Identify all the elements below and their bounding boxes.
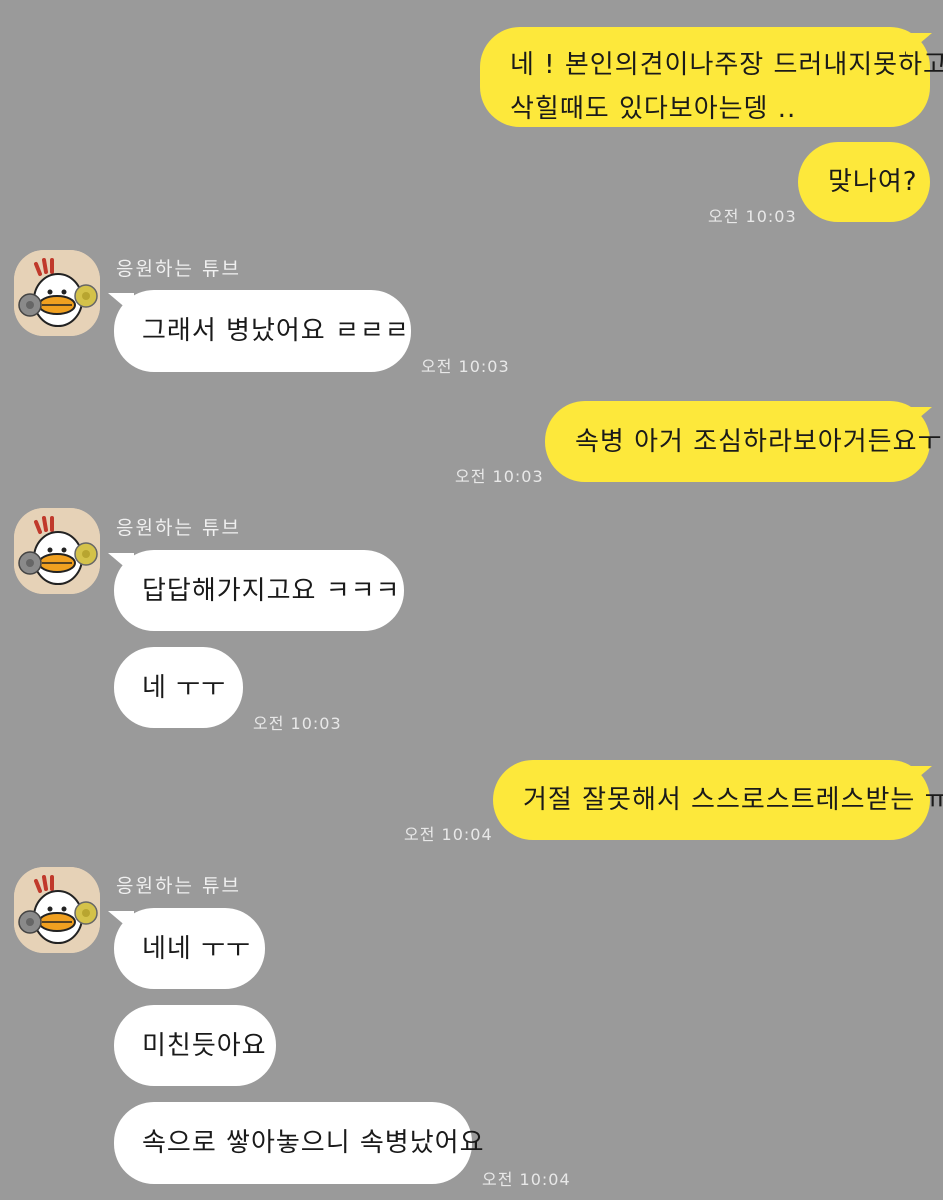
incoming-message-bubble[interactable]: 그래서 병났어요 ㄹㄹㄹ	[114, 290, 411, 372]
message-text: 거절 잘못해서 스스로스트레스받는 ㅠ	[523, 785, 943, 815]
incoming-message-bubble[interactable]: 미친듯아요	[114, 1005, 276, 1086]
sender-name: 응원하는 튜브	[116, 875, 241, 897]
sender-avatar[interactable]	[14, 250, 100, 336]
incoming-message-bubble[interactable]: 속으로 쌓아놓으니 속병났어요	[114, 1102, 484, 1184]
chat-area[interactable]: 네 ! 본인의견이나주장 드러내지못하고 삭힐때도 있다보아는뎅 .. 맞나여?…	[0, 0, 943, 1200]
tube-cheering-character-icon	[14, 867, 100, 953]
sender-avatar[interactable]	[14, 508, 100, 594]
outgoing-message-bubble[interactable]: 속병 아거 조심하라보아거든요ㅜ	[545, 401, 941, 482]
sender-name: 응원하는 튜브	[116, 258, 241, 280]
message-text: 네 ㅜㅜ	[142, 672, 227, 703]
message-timestamp: 오전 10:04	[482, 1170, 571, 1189]
message-text: 그래서 병났어요 ㄹㄹㄹ	[142, 316, 410, 346]
incoming-message-bubble[interactable]: 네 ㅜㅜ	[114, 647, 243, 728]
message-text: 속으로 쌓아놓으니 속병났어요	[142, 1128, 485, 1158]
message-line: 삭힐때도 있다보아는뎅 ..	[510, 94, 797, 124]
sender-name: 응원하는 튜브	[116, 517, 241, 539]
bubble-tail	[906, 766, 932, 788]
message-timestamp: 오전 10:03	[421, 357, 510, 376]
tube-cheering-character-icon	[14, 508, 100, 594]
message-timestamp: 오전 10:03	[708, 207, 797, 226]
message-text: 맞나여?	[828, 167, 918, 197]
message-text: 답답해가지고요 ㅋㅋㅋ	[142, 575, 401, 606]
outgoing-message-bubble[interactable]: 맞나여?	[798, 142, 930, 222]
bubble-tail	[906, 33, 932, 55]
message-text: 네네 ㅜㅜ	[142, 933, 251, 964]
message-line: 네 ! 본인의견이나주장 드러내지못하고	[510, 50, 943, 80]
message-timestamp: 오전 10:03	[455, 467, 544, 486]
message-timestamp: 오전 10:03	[253, 714, 342, 733]
tube-cheering-character-icon	[14, 250, 100, 336]
message-timestamp: 오전 10:04	[404, 825, 493, 844]
sender-avatar[interactable]	[14, 867, 100, 953]
incoming-message-bubble[interactable]: 답답해가지고요 ㅋㅋㅋ	[114, 550, 404, 631]
outgoing-message-bubble[interactable]: 거절 잘못해서 스스로스트레스받는 ㅠ	[493, 760, 943, 840]
outgoing-message-bubble[interactable]: 네 ! 본인의견이나주장 드러내지못하고 삭힐때도 있다보아는뎅 ..	[480, 27, 943, 127]
message-text: 속병 아거 조심하라보아거든요ㅜ	[575, 426, 943, 457]
incoming-message-bubble[interactable]: 네네 ㅜㅜ	[114, 908, 265, 989]
message-text: 미친듯아요	[142, 1030, 267, 1061]
bubble-tail	[906, 407, 932, 429]
